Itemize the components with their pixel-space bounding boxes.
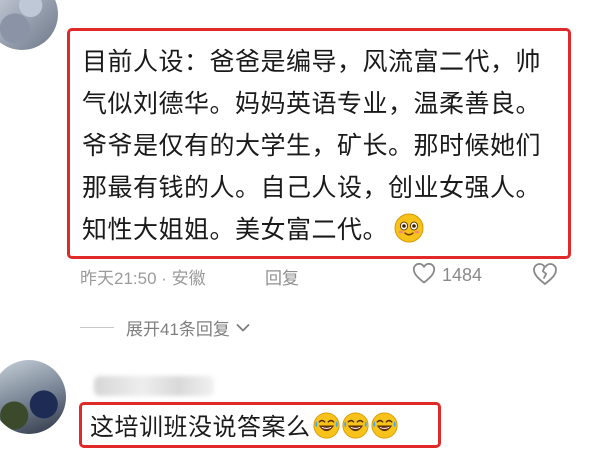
comment-text-line: 爷爷是仅有的大学生，矿长。那时候她们: [82, 131, 542, 160]
laughing-tears-icon: [312, 411, 340, 439]
reply-button[interactable]: 回复: [265, 264, 299, 289]
comment-time-location: 昨天21:50 · 安徽: [80, 269, 206, 288]
expand-replies-button[interactable]: 展开41条回复: [80, 315, 250, 340]
comment-last-line: 知性大姐姐。美女富二代。: [82, 209, 558, 251]
comment-highlight-box: 这培训班没说答案么: [79, 402, 441, 448]
comment-highlight-box: 目前人设：爸爸是编导，风流富二代，帅 气似刘德华。妈妈英语专业，温柔善良。 爷爷…: [67, 28, 571, 259]
laughing-tears-icon: [370, 411, 398, 439]
chevron-down-icon: [236, 323, 250, 333]
comment-line: 这培训班没说答案么: [90, 410, 428, 444]
like-button[interactable]: 1484: [412, 262, 482, 289]
comment-text-line: 气似刘德华。妈妈英语专业，温柔善良。: [82, 89, 542, 118]
laughing-tears-icon: [341, 411, 369, 439]
commenter-name-blurred: [94, 376, 214, 396]
comment-text-line: 目前人设：爸爸是编导，风流富二代，帅: [82, 47, 542, 76]
divider: [80, 327, 114, 328]
smiling-face-icon: [394, 213, 424, 243]
avatar[interactable]: [0, 0, 58, 50]
comment-meta: 昨天21:50 · 安徽 回复 1484: [80, 262, 580, 291]
comment-text: 这培训班没说答案么: [90, 413, 311, 441]
avatar[interactable]: [0, 360, 66, 434]
like-count: 1484: [442, 265, 483, 285]
expand-replies-label: 展开41条回复: [126, 320, 230, 339]
heart-icon: [412, 262, 436, 289]
comment-text-line: 知性大姐姐。美女富二代。: [82, 215, 389, 244]
comment-text-line: 那最有钱的人。自己人设，创业女强人。: [82, 173, 542, 202]
broken-heart-icon[interactable]: [532, 262, 558, 291]
